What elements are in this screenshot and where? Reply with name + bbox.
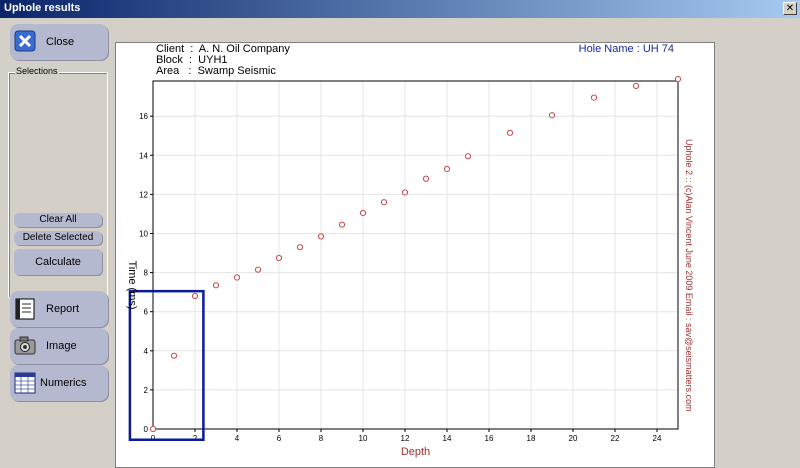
window-frame: Close Selections Clear All Delete Select… [0, 18, 800, 468]
x-axis-label: Depth [401, 446, 430, 458]
selections-label: Selections [15, 66, 59, 76]
x-tick-label: 20 [569, 434, 578, 443]
data-point[interactable] [170, 352, 178, 359]
report-button-label: Report [46, 303, 80, 315]
data-point[interactable] [149, 425, 157, 433]
close-x-icon [14, 30, 36, 52]
x-tick-label: 4 [235, 434, 240, 443]
data-point[interactable] [443, 165, 451, 173]
uphole-chart[interactable]: 0 2 4 6 8 10 12 14 16 18 20 22 24 0246810121416 Dept… [116, 43, 714, 467]
window-title: Uphole results [4, 2, 81, 14]
plot-area [152, 80, 679, 430]
data-point[interactable] [254, 266, 262, 273]
data-point[interactable] [317, 233, 325, 240]
data-point[interactable] [590, 94, 598, 101]
x-tick-label: 24 [653, 434, 662, 443]
x-tick-label: 14 [443, 434, 452, 443]
data-point[interactable] [380, 199, 388, 206]
x-tick-label: 18 [527, 434, 536, 443]
data-point[interactable] [191, 292, 199, 300]
camera-icon [14, 336, 36, 355]
x-tick-label: 12 [401, 434, 410, 443]
selection-box[interactable] [128, 289, 205, 442]
y-tick-label: 6 [144, 308, 149, 317]
plot-panel: Client : A. N. Oil Company Block : UYH1 … [115, 42, 715, 468]
x-tick-label: 10 [359, 434, 368, 443]
data-point[interactable] [359, 209, 367, 217]
numerics-button[interactable]: Numerics [10, 365, 108, 401]
x-tick-label: 6 [277, 434, 282, 443]
delete-selected-button[interactable]: Delete Selected [14, 231, 102, 245]
data-point[interactable] [233, 274, 241, 281]
data-point[interactable] [464, 153, 472, 160]
title-bar: Uphole results ✕ [0, 0, 800, 18]
data-point[interactable] [401, 189, 409, 196]
y-axis-ticks: 0 2 4 6 8 10 12 14 16 [139, 112, 153, 434]
x-tick-label: 8 [319, 434, 324, 443]
y-tick-label: 0 [144, 425, 149, 434]
y-tick-label: 14 [139, 151, 148, 160]
report-button[interactable]: Report [10, 291, 108, 327]
data-point[interactable] [296, 244, 304, 251]
numerics-table-icon [14, 372, 36, 394]
chart-grid [152, 81, 678, 430]
data-point[interactable] [212, 282, 220, 289]
data-point[interactable] [275, 254, 283, 262]
window-close-button[interactable]: ✕ [783, 2, 797, 15]
image-button-label: Image [46, 340, 77, 352]
x-tick-label: 22 [611, 434, 620, 443]
data-point[interactable] [674, 75, 682, 83]
image-button[interactable]: Image [10, 328, 108, 364]
report-icon [15, 298, 35, 320]
x-tick-label: 16 [485, 434, 494, 443]
copyright-side-text: Uphole 2 :: (c)Alan Vincent June 2009 Em… [684, 139, 694, 412]
x-tick-label: 0 [151, 434, 156, 443]
x-axis-ticks: 0 2 4 6 8 10 12 14 16 18 20 22 24 [151, 429, 662, 443]
data-points [149, 75, 682, 433]
x-tick-label: 2 [193, 434, 198, 443]
calculate-button[interactable]: Calculate [14, 249, 102, 275]
y-tick-label: 4 [144, 347, 149, 356]
data-point[interactable] [506, 129, 514, 136]
y-tick-label: 12 [139, 190, 148, 199]
clear-all-button[interactable]: Clear All [14, 213, 102, 227]
data-point[interactable] [338, 221, 346, 228]
data-point[interactable] [632, 82, 640, 89]
y-tick-label: 8 [144, 269, 149, 278]
numerics-button-label: Numerics [40, 377, 87, 389]
y-axis-label: Time (ms) [126, 260, 138, 309]
data-point[interactable] [422, 175, 430, 182]
data-point[interactable] [548, 112, 556, 119]
y-tick-label: 2 [144, 386, 149, 395]
close-button[interactable]: Close [10, 24, 108, 60]
y-tick-label: 16 [139, 112, 148, 121]
close-button-label: Close [46, 36, 75, 48]
y-tick-label: 10 [139, 229, 148, 238]
